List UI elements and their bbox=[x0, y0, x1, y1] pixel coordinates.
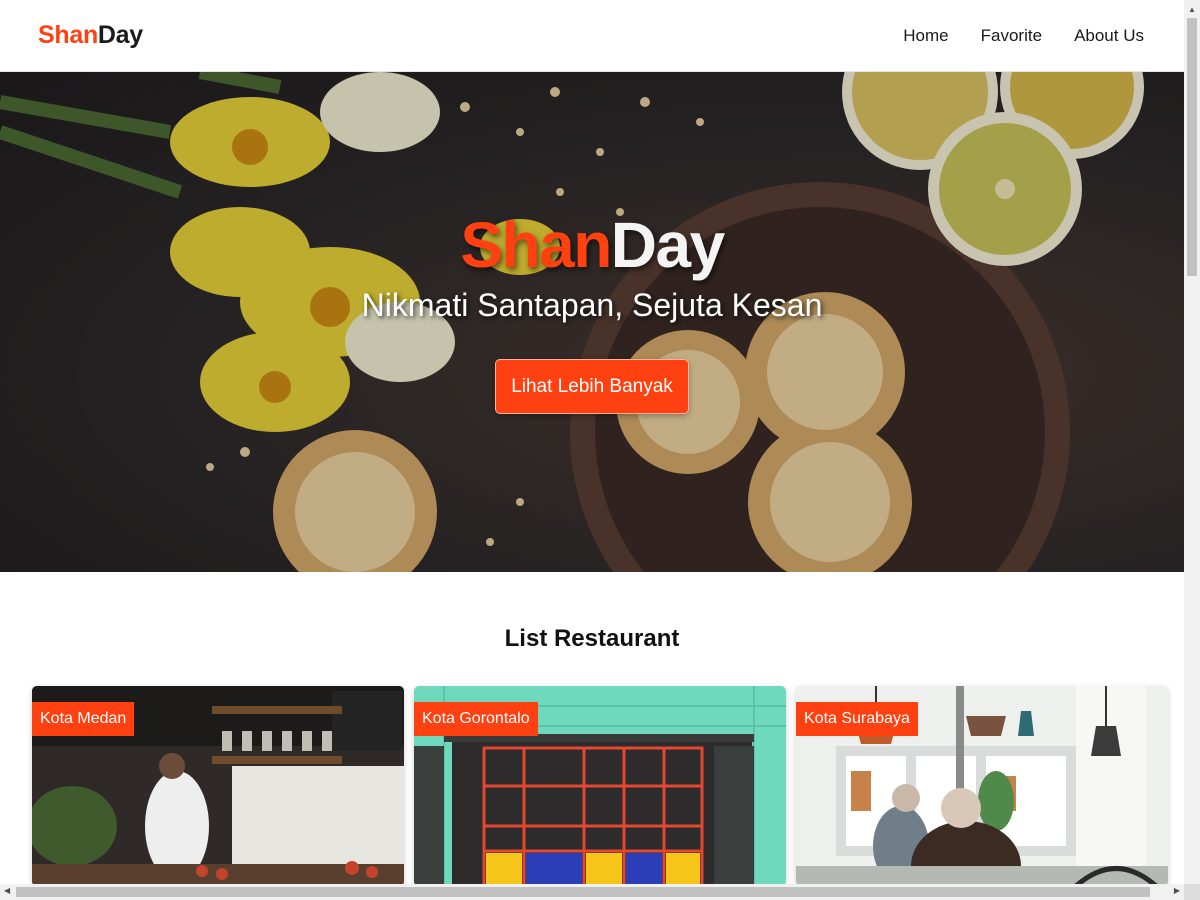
nav-about-link[interactable]: About Us bbox=[1074, 24, 1144, 48]
hero-content: ShanDay Nikmati Santapan, Sejuta Kesan L… bbox=[0, 72, 1184, 572]
horizontal-scroll-thumb[interactable] bbox=[16, 887, 1150, 897]
see-more-button[interactable]: Lihat Lebih Banyak bbox=[495, 359, 689, 414]
restaurant-card-gorontalo[interactable]: Kota Gorontalo bbox=[414, 686, 786, 886]
horizontal-scrollbar[interactable]: ◀ ▶ bbox=[0, 884, 1184, 900]
triangle-right-icon[interactable]: ▶ bbox=[1174, 886, 1180, 895]
restaurant-card-surabaya[interactable]: Kota Surabaya bbox=[796, 686, 1168, 886]
main-nav: Home Favorite About Us bbox=[871, 24, 1144, 48]
vertical-scroll-thumb[interactable] bbox=[1187, 18, 1197, 276]
hero-title: ShanDay bbox=[460, 209, 725, 281]
triangle-up-icon[interactable]: ▲ bbox=[1188, 5, 1196, 14]
nav-home-link[interactable]: Home bbox=[903, 24, 948, 48]
nav-favorite-link[interactable]: Favorite bbox=[981, 24, 1042, 48]
scrollbar-corner bbox=[1184, 884, 1200, 900]
city-badge: Kota Medan bbox=[32, 702, 135, 736]
brand-logo[interactable]: ShanDay bbox=[38, 21, 143, 50]
vertical-scrollbar[interactable]: ▲ bbox=[1184, 0, 1200, 884]
list-title: List Restaurant bbox=[504, 625, 680, 652]
hero-subtitle: Nikmati Santapan, Sejuta Kesan bbox=[361, 287, 823, 323]
restaurant-card-medan[interactable]: Kota Medan bbox=[32, 686, 404, 886]
city-badge: Kota Gorontalo bbox=[414, 702, 538, 736]
brand-rest: Day bbox=[97, 21, 143, 49]
site-header: ShanDay Home Favorite About Us bbox=[0, 0, 1184, 72]
hero-title-rest: Day bbox=[610, 209, 725, 281]
triangle-left-icon[interactable]: ◀ bbox=[4, 886, 10, 895]
city-badge: Kota Surabaya bbox=[796, 702, 918, 736]
hero-section: ShanDay Nikmati Santapan, Sejuta Kesan L… bbox=[0, 72, 1184, 572]
brand-accent: Shan bbox=[38, 21, 98, 49]
hero-title-accent: Shan bbox=[460, 209, 612, 281]
